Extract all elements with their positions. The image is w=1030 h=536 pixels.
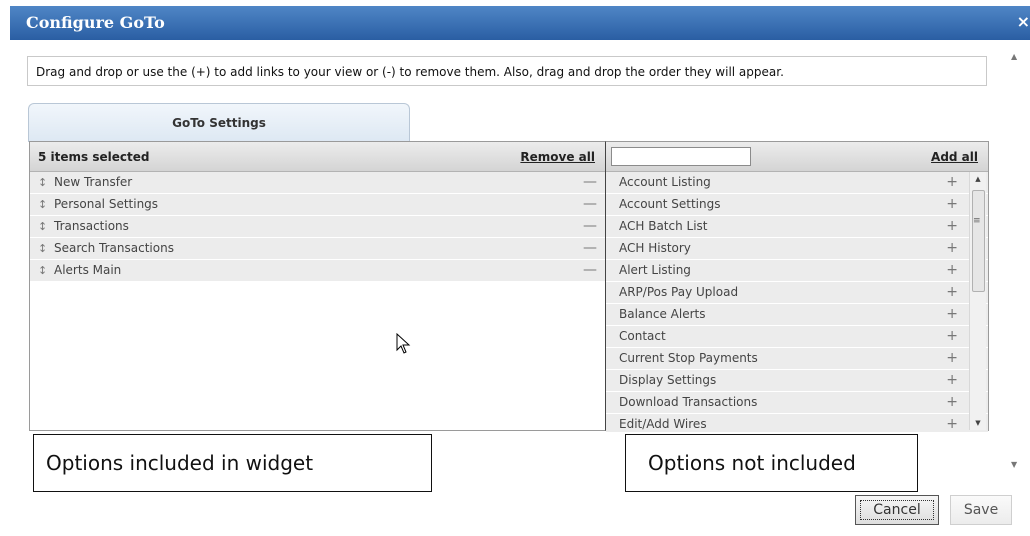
add-item-icon[interactable]: +: [946, 172, 958, 193]
list-item-label: Balance Alerts: [619, 307, 706, 321]
list-item-label: Download Transactions: [619, 395, 758, 409]
list-item-label: ACH Batch List: [619, 219, 708, 233]
selected-list-item[interactable]: ↕ Alerts Main —: [30, 260, 605, 282]
available-list-item[interactable]: Balance Alerts +: [606, 304, 988, 326]
add-item-icon[interactable]: +: [946, 414, 958, 432]
close-icon[interactable]: ×: [1017, 12, 1030, 31]
dialog-scrollbar[interactable]: ▲ ▼: [1002, 48, 1028, 473]
selected-panel-header: 5 items selected Remove all: [30, 142, 605, 172]
scroll-grip-icon: ≡: [973, 216, 981, 226]
callout-included: Options included in widget: [33, 434, 432, 492]
list-item-label: ACH History: [619, 241, 691, 255]
add-item-icon[interactable]: +: [946, 370, 958, 391]
add-item-icon[interactable]: +: [946, 282, 958, 303]
selected-list-item[interactable]: ↕ Search Transactions —: [30, 238, 605, 260]
cancel-button-label: Cancel: [860, 500, 934, 520]
available-list-item[interactable]: Account Listing +: [606, 172, 988, 194]
instructions-text: Drag and drop or use the (+) to add link…: [27, 56, 987, 86]
list-item-label: Current Stop Payments: [619, 351, 758, 365]
remove-item-icon[interactable]: —: [583, 260, 597, 281]
selected-count: 5 items selected: [38, 150, 150, 164]
dialog-titlebar: Configure GoTo ×: [10, 6, 1030, 40]
scroll-thumb[interactable]: [972, 190, 985, 292]
cancel-button[interactable]: Cancel: [855, 495, 939, 525]
callout-not-included: Options not included: [625, 434, 918, 492]
remove-all-link[interactable]: Remove all: [520, 150, 595, 164]
drag-handle-icon[interactable]: ↕: [38, 172, 47, 193]
list-item-label: New Transfer: [54, 175, 133, 189]
available-list-item[interactable]: Contact +: [606, 326, 988, 348]
available-list-item[interactable]: ACH Batch List +: [606, 216, 988, 238]
drag-handle-icon[interactable]: ↕: [38, 194, 47, 215]
list-item-label: Search Transactions: [54, 241, 174, 255]
remove-item-icon[interactable]: —: [583, 194, 597, 215]
available-list: Account Listing + Account Settings + ACH Bat…: [606, 172, 988, 432]
list-item-label: Alerts Main: [54, 263, 122, 277]
available-list-item[interactable]: ACH History +: [606, 238, 988, 260]
add-item-icon[interactable]: +: [946, 348, 958, 369]
scroll-down-icon[interactable]: ▼: [970, 416, 986, 430]
drag-handle-icon[interactable]: ↕: [38, 260, 47, 281]
available-panel-header: Add all: [606, 142, 988, 172]
drag-handle-icon[interactable]: ↕: [38, 216, 47, 237]
dialog-scroll-down-icon[interactable]: ▼: [1011, 460, 1017, 469]
remove-item-icon[interactable]: —: [583, 238, 597, 259]
selected-list-item[interactable]: ↕ Transactions —: [30, 216, 605, 238]
list-item-label: Display Settings: [619, 373, 717, 387]
available-list-item[interactable]: Alert Listing +: [606, 260, 988, 282]
add-item-icon[interactable]: +: [946, 260, 958, 281]
add-item-icon[interactable]: +: [946, 392, 958, 413]
list-item-label: Account Settings: [619, 197, 721, 211]
available-list-scrollbar[interactable]: ▲ ≡ ▼: [969, 172, 986, 430]
scroll-up-icon[interactable]: ▲: [970, 172, 986, 186]
list-item-label: Transactions: [54, 219, 129, 233]
drag-handle-icon[interactable]: ↕: [38, 238, 47, 259]
dialog-scroll-up-icon[interactable]: ▲: [1011, 52, 1017, 61]
available-list-item[interactable]: Display Settings +: [606, 370, 988, 392]
selected-list-item[interactable]: ↕ New Transfer —: [30, 172, 605, 194]
selected-items-panel: 5 items selected Remove all ↕ New Transfe…: [29, 141, 606, 431]
list-item-label: ARP/Pos Pay Upload: [619, 285, 739, 299]
available-list-item[interactable]: ARP/Pos Pay Upload +: [606, 282, 988, 304]
add-item-icon[interactable]: +: [946, 238, 958, 259]
available-items-panel: Add all Account Listing + Account Settings…: [606, 141, 989, 432]
filter-input[interactable]: [611, 147, 751, 166]
list-item-label: Account Listing: [619, 175, 711, 189]
dialog-title: Configure GoTo: [26, 13, 165, 32]
list-item-label: Alert Listing: [619, 263, 691, 277]
selected-list: ↕ New Transfer — ↕ Personal Settings — ↕ Transa…: [30, 172, 605, 282]
available-list-item[interactable]: Current Stop Payments +: [606, 348, 988, 370]
available-list-item[interactable]: Edit/Add Wires +: [606, 414, 988, 432]
save-button[interactable]: Save: [950, 495, 1012, 525]
add-item-icon[interactable]: +: [946, 326, 958, 347]
available-list-item[interactable]: Download Transactions +: [606, 392, 988, 414]
list-item-label: Edit/Add Wires: [619, 417, 707, 431]
add-item-icon[interactable]: +: [946, 194, 958, 215]
list-item-label: Contact: [619, 329, 666, 343]
mouse-pointer-icon: [396, 333, 411, 354]
remove-item-icon[interactable]: —: [583, 172, 597, 193]
remove-item-icon[interactable]: —: [583, 216, 597, 237]
add-all-link[interactable]: Add all: [931, 150, 978, 164]
list-item-label: Personal Settings: [54, 197, 159, 211]
selected-list-item[interactable]: ↕ Personal Settings —: [30, 194, 605, 216]
add-item-icon[interactable]: +: [946, 216, 958, 237]
tab-goto-settings[interactable]: GoTo Settings: [28, 103, 410, 142]
available-list-item[interactable]: Account Settings +: [606, 194, 988, 216]
add-item-icon[interactable]: +: [946, 304, 958, 325]
